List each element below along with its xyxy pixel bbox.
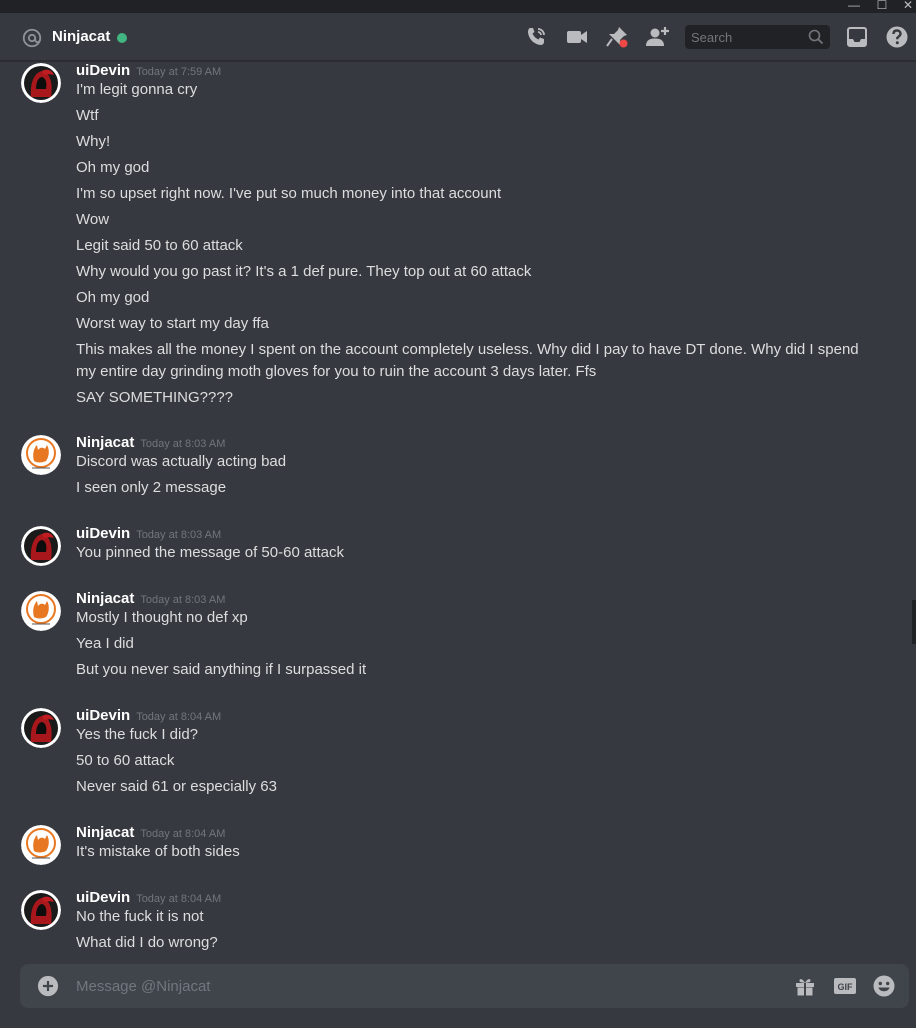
online-status-indicator <box>117 33 127 43</box>
message-text: my entire day grinding moth gloves for y… <box>76 363 597 380</box>
close-window-button[interactable]: ✕ <box>900 0 916 13</box>
avatar[interactable] <box>21 708 61 748</box>
message-input[interactable] <box>76 964 776 1008</box>
at-sign-icon <box>22 28 42 48</box>
maximize-button[interactable]: ☐ <box>874 0 890 13</box>
message-text: You pinned the message of 50-60 attack <box>76 544 344 561</box>
gif-label: GIF <box>838 982 854 992</box>
message-text: No the fuck it is not <box>76 908 204 925</box>
message-text: I'm so upset right now. I've put so much… <box>76 185 502 202</box>
message-timestamp: Today at 7:59 AM <box>136 66 222 78</box>
message-header: Ninjacat Today at 8:03 AM <box>76 434 225 452</box>
message-composer: GIF <box>20 964 909 1008</box>
window-titlebar: — ☐ ✕ <box>0 0 916 13</box>
message-text: It's mistake of both sides <box>76 843 240 860</box>
search-box[interactable] <box>685 25 830 49</box>
message-text: Oh my god <box>76 159 150 176</box>
avatar[interactable] <box>21 591 61 631</box>
call-icon[interactable] <box>524 25 548 49</box>
message-text: Yes the fuck I did? <box>76 726 199 743</box>
inbox-icon[interactable] <box>845 25 869 49</box>
add-friend-icon[interactable] <box>645 25 669 49</box>
message-header: Ninjacat Today at 8:04 AM <box>76 824 225 842</box>
message-timestamp: Today at 8:03 AM <box>140 438 226 450</box>
gift-icon[interactable] <box>793 974 817 998</box>
message-header: uiDevin Today at 8:03 AM <box>76 525 221 543</box>
emoji-icon[interactable] <box>872 974 896 998</box>
avatar[interactable] <box>21 526 61 566</box>
author-name[interactable]: uiDevin <box>76 62 130 79</box>
message-text: But you never said anything if I surpass… <box>76 661 367 678</box>
message-timestamp: Today at 8:03 AM <box>136 529 222 541</box>
message-text: Why would you go past it? It's a 1 def p… <box>76 263 532 280</box>
message-text: Never said 61 or especially 63 <box>76 778 277 795</box>
message-text: Wow <box>76 211 110 228</box>
message-timestamp: Today at 8:04 AM <box>136 711 222 723</box>
message-text: This makes all the money I spent on the … <box>76 341 859 358</box>
message-header: uiDevin Today at 7:59 AM <box>76 62 221 80</box>
message-text: Discord was actually acting bad <box>76 453 287 470</box>
message-text: Wtf <box>76 107 99 124</box>
avatar[interactable] <box>21 890 61 930</box>
channel-name: Ninjacat <box>52 28 111 45</box>
message-text: Mostly I thought no def xp <box>76 609 248 626</box>
message-text: Oh my god <box>76 289 150 306</box>
message-header: uiDevin Today at 8:04 AM <box>76 707 221 725</box>
author-name[interactable]: Ninjacat <box>76 824 134 841</box>
dm-header: Ninjacat <box>0 13 916 61</box>
add-attachment-icon[interactable] <box>37 975 59 997</box>
message-text: What did I do wrong? <box>76 934 218 951</box>
message-text: SAY SOMETHING???? <box>76 389 234 406</box>
message-timestamp: Today at 8:04 AM <box>136 893 222 905</box>
gif-icon[interactable]: GIF <box>833 974 857 998</box>
avatar[interactable] <box>21 63 61 103</box>
message-timestamp: Today at 8:04 AM <box>140 828 226 840</box>
message-text: Worst way to start my day ffa <box>76 315 269 332</box>
author-name[interactable]: uiDevin <box>76 707 130 724</box>
help-icon[interactable] <box>885 25 909 49</box>
avatar[interactable] <box>21 825 61 865</box>
author-name[interactable]: uiDevin <box>76 889 130 906</box>
message-header: uiDevin Today at 8:04 AM <box>76 889 221 907</box>
message-timestamp: Today at 8:03 AM <box>140 594 226 606</box>
message-text: Yea I did <box>76 635 134 652</box>
message-text: I seen only 2 message <box>76 479 227 496</box>
author-name[interactable]: Ninjacat <box>76 590 134 607</box>
author-name[interactable]: Ninjacat <box>76 434 134 451</box>
message-text: Legit said 50 to 60 attack <box>76 237 243 254</box>
author-name[interactable]: uiDevin <box>76 525 130 542</box>
search-icon[interactable] <box>808 29 824 45</box>
avatar[interactable] <box>21 435 61 475</box>
message-text: 50 to 60 attack <box>76 752 175 769</box>
message-list[interactable]: uiDevin Today at 7:59 AM I'm legit gonna c… <box>0 62 914 960</box>
search-input[interactable] <box>685 25 805 49</box>
message-text: I'm legit gonna cry <box>76 81 198 98</box>
message-header: Ninjacat Today at 8:03 AM <box>76 590 225 608</box>
minimize-button[interactable]: — <box>846 0 862 13</box>
scrollbar-thumb[interactable] <box>912 600 916 644</box>
pin-icon[interactable] <box>605 25 629 49</box>
message-text: Why! <box>76 133 111 150</box>
video-icon[interactable] <box>565 25 589 49</box>
